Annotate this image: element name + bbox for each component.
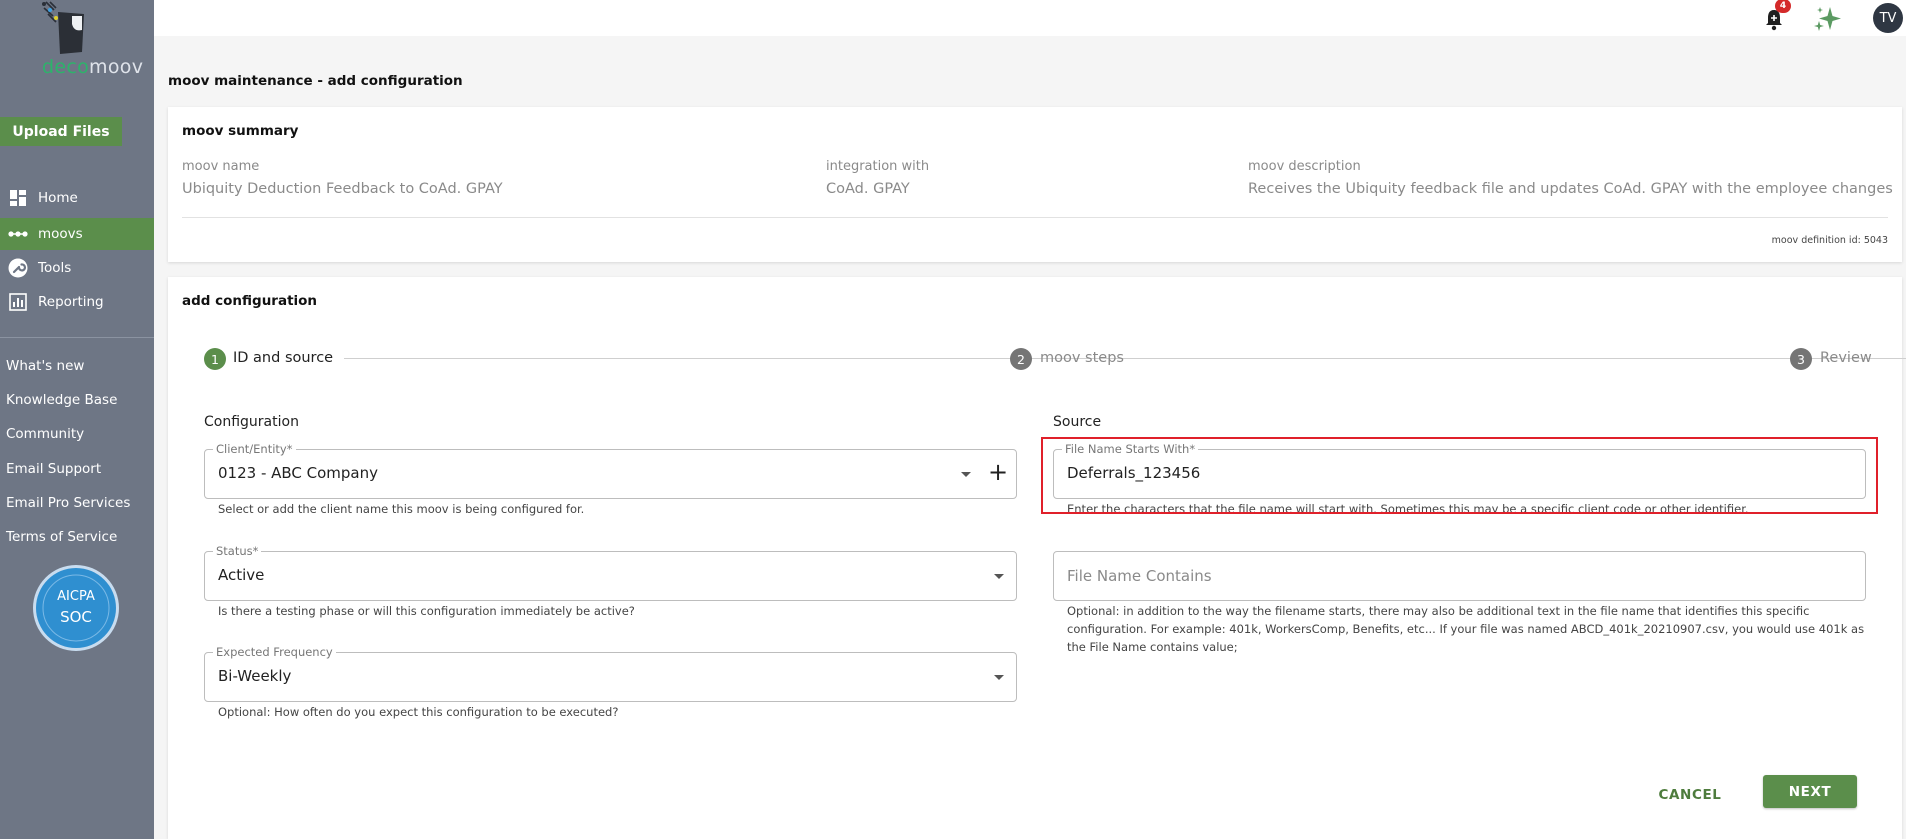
step-3-circle: 3 bbox=[1790, 348, 1812, 370]
aicpa-badge-line1: AICPA bbox=[57, 589, 95, 604]
logo-text-deco: deco bbox=[42, 56, 90, 78]
sidebar-item-moovs[interactable]: moovs bbox=[0, 218, 154, 250]
chevron-down-icon[interactable] bbox=[994, 574, 1004, 579]
step-2-circle: 2 bbox=[1010, 348, 1032, 370]
page-title: moov maintenance - add configuration bbox=[168, 73, 463, 89]
logo-text: decomoov bbox=[42, 56, 143, 78]
source-section-label: Source bbox=[1053, 414, 1102, 430]
frequency-helper: Optional: How often do you expect this c… bbox=[218, 705, 619, 719]
file-name-contains-input[interactable]: File Name Contains bbox=[1053, 551, 1866, 601]
client-entity-legend: Client/Entity* bbox=[213, 442, 296, 456]
status-value: Active bbox=[218, 566, 265, 584]
notification-count-badge: 4 bbox=[1775, 0, 1791, 13]
sidebar-item-label: Home bbox=[38, 190, 78, 206]
summary-title: moov summary bbox=[182, 123, 299, 139]
cancel-button[interactable]: CANCEL bbox=[1650, 779, 1730, 811]
highlight-box bbox=[1041, 437, 1878, 514]
user-avatar[interactable]: TV bbox=[1873, 3, 1903, 33]
status-helper: Is there a testing phase or will this co… bbox=[218, 604, 635, 618]
integration-label: integration with bbox=[826, 159, 930, 174]
top-bar bbox=[154, 0, 1906, 36]
client-entity-select[interactable]: Client/Entity* 0123 - ABC Company + bbox=[204, 442, 1017, 499]
integration-value: CoAd. GPAY bbox=[826, 181, 910, 197]
expected-frequency-select[interactable]: Expected Frequency Bi-Weekly bbox=[204, 645, 1017, 702]
chevron-down-icon[interactable] bbox=[961, 472, 971, 477]
step-1-circle: 1 bbox=[204, 348, 226, 370]
moov-summary-card: moov summary moov name Ubiquity Deductio… bbox=[168, 107, 1902, 262]
link-terms-of-service[interactable]: Terms of Service bbox=[6, 529, 117, 545]
add-configuration-card: add configuration 1 ID and source 2 moov… bbox=[168, 277, 1906, 839]
frequency-value: Bi-Weekly bbox=[218, 667, 292, 685]
sidebar-item-label: moovs bbox=[38, 226, 83, 242]
sidebar-item-label: Tools bbox=[38, 260, 72, 276]
sidebar-item-home[interactable]: Home bbox=[0, 182, 154, 214]
frequency-legend: Expected Frequency bbox=[213, 645, 336, 659]
next-button[interactable]: NEXT bbox=[1763, 775, 1857, 808]
step-2-label: moov steps bbox=[1040, 350, 1124, 366]
file-contains-placeholder: File Name Contains bbox=[1067, 567, 1212, 585]
description-label: moov description bbox=[1248, 159, 1361, 174]
sparkle-icon[interactable] bbox=[1812, 5, 1844, 33]
logo-text-moov: moov bbox=[89, 56, 144, 78]
sidebar-item-reporting[interactable]: Reporting bbox=[0, 286, 154, 318]
client-entity-helper: Select or add the client name this moov … bbox=[218, 502, 585, 516]
file-contains-helper-line-3: the File Name contains value; bbox=[1067, 640, 1238, 654]
step-3-label: Review bbox=[1820, 350, 1872, 366]
stepper-connector-2 bbox=[1124, 358, 1906, 359]
config-title: add configuration bbox=[182, 293, 318, 309]
file-contains-helper-line-2: configuration. For example: 401k, Worker… bbox=[1067, 622, 1865, 636]
moov-name-label: moov name bbox=[182, 159, 260, 174]
link-community[interactable]: Community bbox=[6, 426, 84, 442]
sidebar-item-label: Reporting bbox=[38, 294, 104, 310]
chevron-down-icon[interactable] bbox=[994, 675, 1004, 680]
step-1-label: ID and source bbox=[233, 350, 334, 366]
decomoov-logo[interactable]: decomoov bbox=[20, 0, 143, 80]
upload-files-button[interactable]: Upload Files bbox=[0, 117, 122, 146]
wrench-icon bbox=[8, 258, 28, 278]
configuration-section-label: Configuration bbox=[204, 414, 299, 430]
link-email-support[interactable]: Email Support bbox=[6, 461, 101, 477]
sidebar-divider bbox=[0, 337, 154, 338]
moovs-icon bbox=[8, 224, 28, 244]
client-entity-value: 0123 - ABC Company bbox=[218, 464, 379, 482]
moov-definition-id: moov definition id: 5043 bbox=[1771, 235, 1888, 246]
sidebar-item-tools[interactable]: Tools bbox=[0, 252, 154, 284]
chart-icon bbox=[8, 292, 28, 312]
sidebar: decomoov Upload Files Home moovs Tools R… bbox=[0, 0, 154, 839]
file-contains-helper-line-1: Optional: in addition to the way the fil… bbox=[1067, 604, 1810, 618]
description-value: Receives the Ubiquity feedback file and … bbox=[1248, 181, 1893, 197]
status-select[interactable]: Status* Active bbox=[204, 544, 1017, 601]
logo-mark-icon bbox=[42, 1, 84, 54]
aicpa-soc-badge: AICPA SOC bbox=[32, 564, 120, 652]
link-knowledge-base[interactable]: Knowledge Base bbox=[6, 392, 117, 408]
moov-name-value: Ubiquity Deduction Feedback to CoAd. GPA… bbox=[182, 181, 503, 197]
add-client-plus-icon[interactable]: + bbox=[988, 460, 1008, 484]
status-legend: Status* bbox=[213, 544, 262, 558]
aicpa-badge-line2: SOC bbox=[60, 608, 92, 626]
link-email-pro-services[interactable]: Email Pro Services bbox=[6, 495, 130, 511]
summary-divider bbox=[182, 217, 1888, 218]
link-whats-new[interactable]: What's new bbox=[6, 358, 84, 374]
dashboard-icon bbox=[8, 188, 28, 208]
